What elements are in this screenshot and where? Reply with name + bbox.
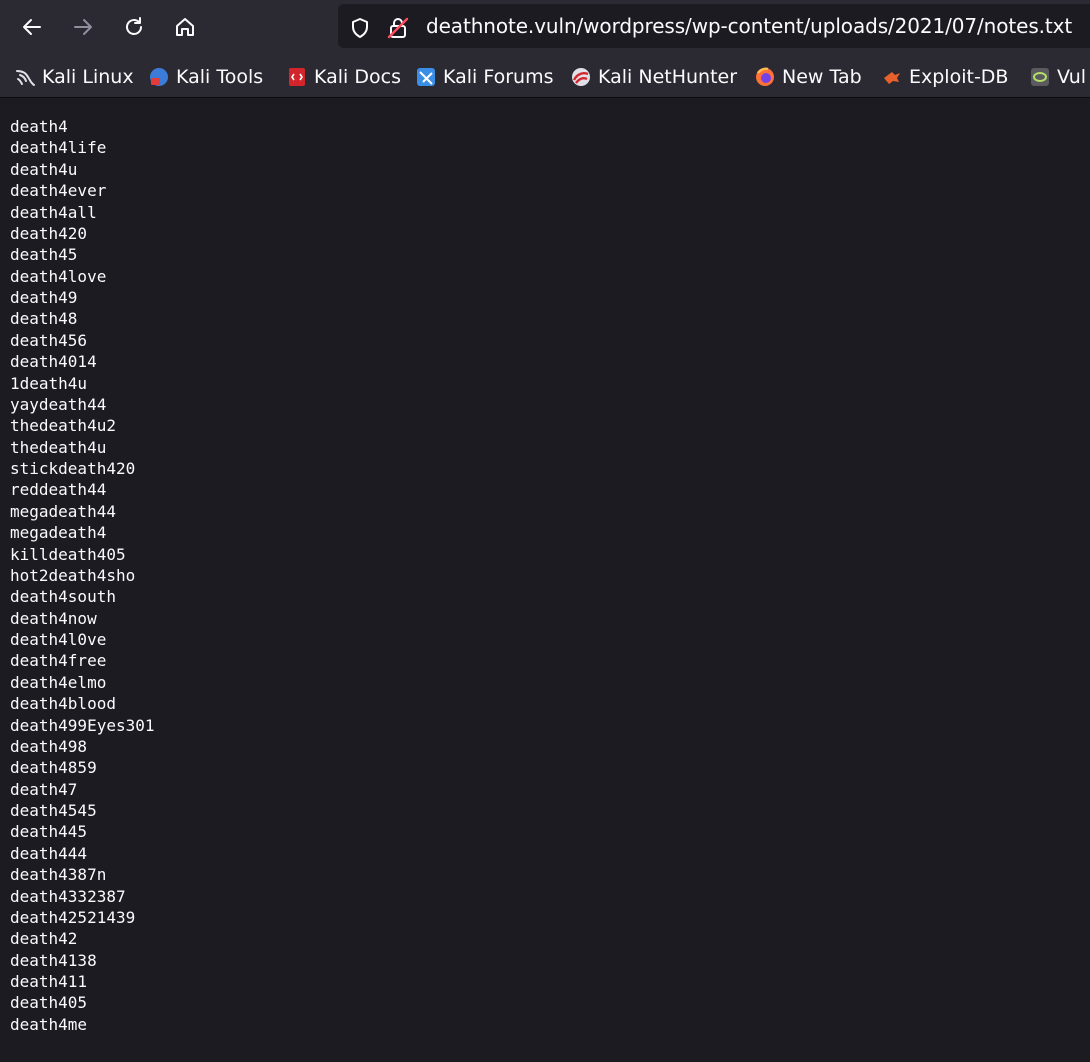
back-button[interactable]	[15, 10, 49, 44]
text-line: death4free	[10, 651, 107, 671]
text-line: death4life	[10, 138, 107, 158]
reload-button[interactable]	[117, 10, 151, 44]
text-line: death4859	[10, 758, 97, 778]
bookmark-new-tab[interactable]: New Tab	[754, 64, 862, 90]
text-line: 1death4u	[10, 373, 88, 393]
text-line: death4now	[10, 608, 97, 628]
text-line: death4south	[10, 587, 116, 607]
text-line: death48	[10, 309, 78, 329]
home-button[interactable]	[168, 10, 202, 44]
text-line: hot2death4sho	[10, 565, 136, 585]
text-line: death4blood	[10, 694, 116, 714]
navigation-toolbar: deathnote.vuln/wordpress/wp-content/uplo…	[0, 0, 1090, 54]
text-line: death42521439	[10, 907, 136, 927]
bookmark-kali-nethunter[interactable]: Kali NetHunter	[570, 64, 737, 90]
bookmark-kali-docs[interactable]: Kali Docs	[286, 64, 401, 90]
text-line: stickdeath420	[10, 459, 136, 478]
bookmark-kali-tools[interactable]: Kali Tools	[148, 64, 263, 90]
notes-text: death4 death4life death4u death4ever death4a…	[0, 98, 1090, 1035]
shield-icon[interactable]	[348, 16, 372, 40]
text-line: death4l0ve	[10, 630, 107, 649]
text-line: megadeath44	[10, 501, 116, 521]
text-line: death499Eyes301	[10, 715, 155, 735]
bookmark-kali-linux[interactable]: Kali Linux	[14, 64, 134, 90]
insecure-lock-icon[interactable]	[386, 16, 410, 40]
text-line: death4545	[10, 801, 97, 820]
text-line: death4ever	[10, 181, 107, 201]
text-line: death445	[10, 822, 88, 842]
text-line: death4me	[10, 1014, 88, 1034]
reload-icon	[126, 17, 142, 35]
text-line: death420	[10, 223, 88, 243]
page-content: death4 death4life death4u death4ever death4a…	[0, 98, 1090, 1062]
bookmark-exploit-db[interactable]: Exploit-DB	[881, 64, 1008, 90]
address-bar[interactable]: deathnote.vuln/wordpress/wp-content/uplo…	[338, 4, 1090, 48]
text-line: death4elmo	[10, 672, 107, 692]
kali-docs-icon	[289, 68, 305, 86]
text-line: death4138	[10, 950, 97, 970]
text-line: killdeath405	[10, 544, 126, 564]
forward-button[interactable]	[66, 10, 100, 44]
arrow-left-icon	[23, 19, 41, 35]
firefox-icon	[756, 67, 774, 86]
text-line: death4	[10, 117, 68, 136]
text-line: yaydeath44	[10, 394, 107, 414]
text-line: death405	[10, 993, 88, 1013]
bookmark-vulnhub[interactable]: Vul	[1029, 64, 1086, 90]
text-line: death411	[10, 972, 88, 991]
exploit-db-icon	[884, 72, 900, 84]
bookmarks-toolbar: Kali Linux Kali Tools Kali Docs Kali For…	[0, 54, 1090, 98]
text-line: thedeath4u2	[10, 416, 116, 436]
text-line: death456	[10, 330, 88, 350]
kali-forums-icon	[417, 68, 435, 86]
text-line: death42	[10, 929, 78, 949]
text-line: thedeath4u	[10, 437, 107, 457]
text-line: death4u	[10, 159, 78, 179]
kali-dragon-icon	[16, 70, 35, 86]
text-line: death444	[10, 843, 88, 863]
text-line: death47	[10, 779, 78, 799]
text-line: death4all	[10, 202, 97, 222]
text-line: death4love	[10, 266, 107, 286]
text-line: death498	[10, 736, 88, 756]
kali-nethunter-icon	[572, 68, 590, 86]
vulnhub-icon	[1031, 68, 1049, 86]
text-line: megadeath4	[10, 523, 107, 543]
text-line: death4014	[10, 352, 97, 372]
home-icon	[176, 18, 194, 36]
arrow-right-icon	[74, 19, 92, 35]
text-line: death49	[10, 288, 78, 307]
url-text[interactable]: deathnote.vuln/wordpress/wp-content/uplo…	[426, 14, 1072, 38]
text-line: death4387n	[10, 865, 107, 885]
bookmark-kali-forums[interactable]: Kali Forums	[415, 64, 554, 90]
text-line: death4332387	[10, 886, 126, 906]
text-line: reddeath44	[10, 480, 107, 500]
kali-tools-icon	[150, 68, 168, 86]
text-line: death45	[10, 245, 78, 265]
